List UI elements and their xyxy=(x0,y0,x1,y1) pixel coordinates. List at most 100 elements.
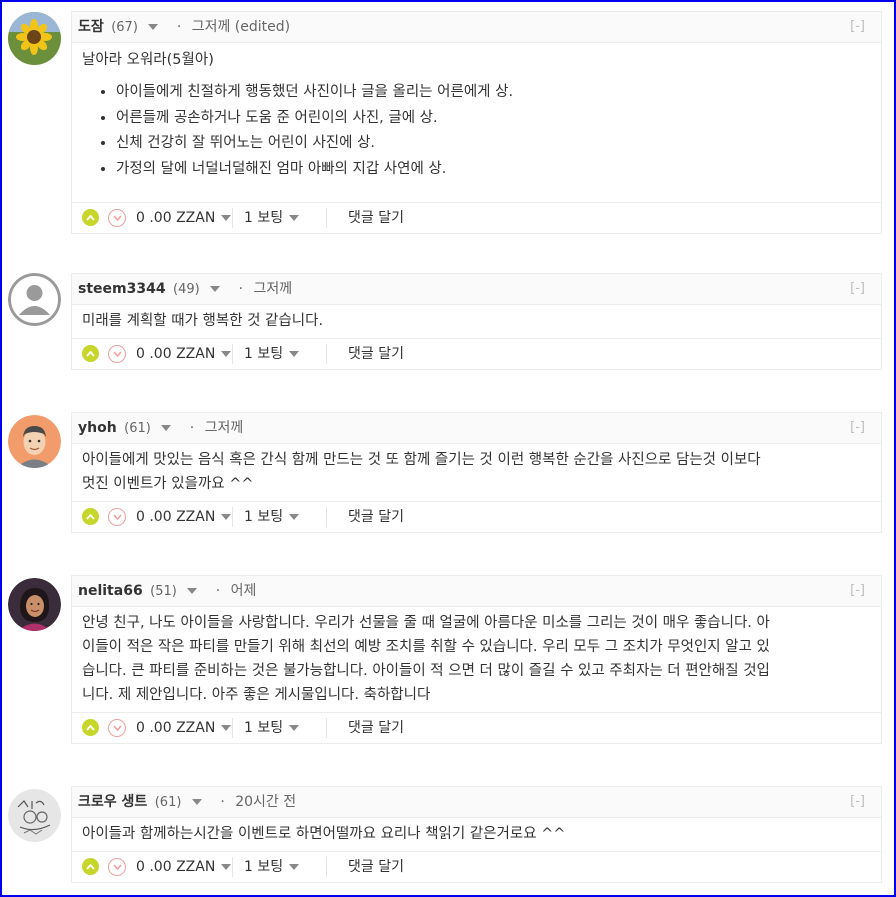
votes-count: 1 보팅 xyxy=(244,210,284,226)
comment-header: nelita66 (51) · 어제 [-] xyxy=(72,576,881,607)
chevron-down-icon xyxy=(112,864,122,870)
caret-down-icon xyxy=(221,864,232,870)
comment-body: 날아라 오워라(5월아) 아이들에게 친절하게 행동했던 사진이나 글을 올리는… xyxy=(72,43,881,203)
comment-header: steem3344 (49) · 그저께 [-] xyxy=(72,274,881,305)
comment-line: 니다. 제 제안입니다. 아주 좋은 게시물입니다. 축하합니다 xyxy=(82,687,431,703)
upvote-button[interactable] xyxy=(82,345,99,362)
comment-line: 안녕 친구, 나도 아이들을 사랑합니다. 우리가 선물을 줄 때 얼굴에 아름… xyxy=(82,615,770,631)
reply-button[interactable]: 댓글 달기 xyxy=(348,852,404,882)
chevron-up-icon xyxy=(86,724,95,731)
chevron-up-icon xyxy=(86,513,95,520)
comment-time[interactable]: 20시간 전 xyxy=(235,794,296,810)
author-reputation: (61) xyxy=(124,421,151,436)
comment-body: 아이들에게 맛있는 음식 혹은 간식 함께 만드는 것 또 함께 즐기는 것 이… xyxy=(72,444,881,502)
comment-header: 크로우 생트 (61) · 20시간 전 [-] xyxy=(72,787,881,818)
comment-footer: 0 .00 ZZAN 1 보팅 댓글 달기 xyxy=(72,502,881,532)
author-name[interactable]: nelita66 xyxy=(78,583,143,599)
separator-dot: · xyxy=(176,19,182,35)
comment-body: 안녕 친구, 나도 아이들을 사랑합니다. 우리가 선물을 줄 때 얼굴에 아름… xyxy=(72,607,881,713)
comment-line: 습니다. 큰 파티를 준비하는 것은 불가능합니다. 아이들이 적 으면 더 많… xyxy=(82,663,770,679)
separator-dot: · xyxy=(215,583,221,599)
woman-avatar[interactable] xyxy=(8,578,61,631)
comment-list: 아이들에게 친절하게 행동했던 사진이나 글을 올리는 어른에게 상. 어른들께… xyxy=(82,80,871,182)
author-name[interactable]: 크로우 생트 xyxy=(78,794,147,810)
divider xyxy=(232,208,233,228)
caret-down-icon xyxy=(289,864,300,870)
divider xyxy=(326,718,327,738)
votes-dropdown[interactable]: 1 보팅 xyxy=(244,203,300,233)
author-reputation: (51) xyxy=(150,584,177,599)
payout-dropdown[interactable]: 0 .00 ZZAN xyxy=(136,339,232,369)
list-item: 아이들에게 친절하게 행동했던 사진이나 글을 올리는 어른에게 상. xyxy=(116,80,871,106)
comment-header: yhoh (61) · 그저께 [-] xyxy=(72,413,881,444)
collapse-toggle[interactable]: [-] xyxy=(850,576,865,606)
caret-down-icon xyxy=(221,215,232,221)
comment-time[interactable]: 어제 xyxy=(231,583,257,599)
caret-down-icon xyxy=(289,215,300,221)
author-name[interactable]: 도잠 xyxy=(78,19,104,35)
chevron-up-icon xyxy=(86,214,95,221)
divider xyxy=(232,507,233,527)
sketch-avatar[interactable] xyxy=(8,789,61,842)
reply-button[interactable]: 댓글 달기 xyxy=(348,502,404,532)
comment-line: 멋진 이벤트가 있을까요 ^^ xyxy=(82,476,254,492)
reply-button[interactable]: 댓글 달기 xyxy=(348,713,404,743)
separator-dot: · xyxy=(189,420,195,436)
payout-dropdown[interactable]: 0 .00 ZZAN xyxy=(136,852,232,882)
collapse-toggle[interactable]: [-] xyxy=(850,274,865,304)
comment-footer: 0 .00 ZZAN 1 보팅 댓글 달기 xyxy=(72,852,881,882)
payout-dropdown[interactable]: 0 .00 ZZAN xyxy=(136,203,232,233)
author-menu-caret-icon[interactable] xyxy=(187,588,198,594)
author-menu-caret-icon[interactable] xyxy=(148,24,159,30)
downvote-button[interactable] xyxy=(108,508,126,526)
comment-time[interactable]: 그저께 (edited) xyxy=(192,19,290,35)
downvote-button[interactable] xyxy=(108,345,126,363)
comment-time[interactable]: 그저께 xyxy=(254,281,293,297)
chevron-up-icon xyxy=(86,863,95,870)
list-item: 신체 건강히 잘 뛰어노는 어린이 사진에 상. xyxy=(116,131,871,157)
downvote-button[interactable] xyxy=(108,858,126,876)
comment-footer: 0 .00 ZZAN 1 보팅 댓글 달기 xyxy=(72,203,881,233)
upvote-button[interactable] xyxy=(82,719,99,736)
comment-card: 도잠 (67) · 그저께 (edited) [-] 날아라 오워라(5월아) … xyxy=(71,11,882,234)
upvote-button[interactable] xyxy=(82,858,99,875)
votes-dropdown[interactable]: 1 보팅 xyxy=(244,502,300,532)
upvote-button[interactable] xyxy=(82,209,99,226)
man-avatar[interactable] xyxy=(8,415,61,468)
reply-button[interactable]: 댓글 달기 xyxy=(348,203,404,233)
collapse-toggle[interactable]: [-] xyxy=(850,787,865,817)
votes-count: 1 보팅 xyxy=(244,859,284,875)
list-item: 가정의 달에 너덜너덜해진 엄마 아빠의 지갑 사연에 상. xyxy=(116,157,871,183)
collapse-toggle[interactable]: [-] xyxy=(850,413,865,443)
reply-button[interactable]: 댓글 달기 xyxy=(348,339,404,369)
payout-dropdown[interactable]: 0 .00 ZZAN xyxy=(136,502,232,532)
divider xyxy=(232,857,233,877)
downvote-button[interactable] xyxy=(108,719,126,737)
comment-header: 도잠 (67) · 그저께 (edited) [-] xyxy=(72,12,881,43)
payout-value: 0 .00 ZZAN xyxy=(136,346,216,362)
author-name[interactable]: steem3344 xyxy=(78,281,166,297)
comment-time[interactable]: 그저께 xyxy=(205,420,244,436)
separator-dot: · xyxy=(238,281,244,297)
upvote-button[interactable] xyxy=(82,508,99,525)
payout-dropdown[interactable]: 0 .00 ZZAN xyxy=(136,713,232,743)
author-menu-caret-icon[interactable] xyxy=(191,799,202,805)
default-user-avatar[interactable] xyxy=(8,273,61,326)
votes-count: 1 보팅 xyxy=(244,346,284,362)
payout-value: 0 .00 ZZAN xyxy=(136,859,216,875)
sunflower-avatar[interactable] xyxy=(8,12,61,65)
author-reputation: (67) xyxy=(111,20,138,35)
author-menu-caret-icon[interactable] xyxy=(210,286,221,292)
votes-dropdown[interactable]: 1 보팅 xyxy=(244,852,300,882)
collapse-toggle[interactable]: [-] xyxy=(850,12,865,42)
votes-dropdown[interactable]: 1 보팅 xyxy=(244,713,300,743)
author-name[interactable]: yhoh xyxy=(78,420,117,436)
author-menu-caret-icon[interactable] xyxy=(161,425,172,431)
comment-line: 날아라 오워라(5월아) xyxy=(82,52,214,68)
divider xyxy=(326,208,327,228)
comment-card: yhoh (61) · 그저께 [-] 아이들에게 맛있는 음식 혹은 간식 함… xyxy=(71,412,882,533)
votes-dropdown[interactable]: 1 보팅 xyxy=(244,339,300,369)
downvote-button[interactable] xyxy=(108,209,126,227)
separator-dot: · xyxy=(220,794,225,810)
comment-body: 아이들과 함께하는시간을 이벤트로 하면어떨까요 요리나 책읽기 같은거로요 ^… xyxy=(72,818,881,852)
